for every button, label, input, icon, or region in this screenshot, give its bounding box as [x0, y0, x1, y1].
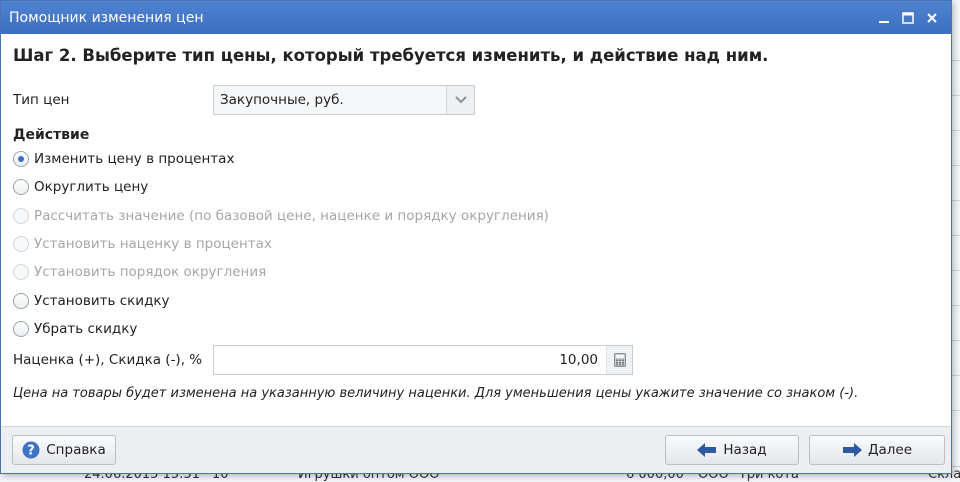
titlebar[interactable]: Помощник изменения цен	[1, 1, 951, 34]
maximize-icon[interactable]	[897, 7, 919, 29]
price-type-value: Закупочные, руб.	[220, 92, 344, 108]
radio-button	[13, 236, 29, 253]
radio-button	[13, 207, 29, 224]
radio-set-rounding: Установить порядок округления	[13, 258, 939, 286]
radio-selected-dot	[18, 156, 24, 163]
radio-set-discount[interactable]: Установить скидку	[13, 286, 939, 314]
markup-input[interactable]: 10,00	[213, 345, 633, 376]
radio-round-price[interactable]: Округлить цену	[13, 173, 939, 201]
action-section-title: Действие	[13, 127, 90, 143]
radio-calculate-value: Рассчитать значение (по базовой цене, на…	[13, 202, 939, 230]
markup-label: Наценка (+), Скидка (-), %	[13, 352, 203, 369]
help-button[interactable]: ? Справка	[12, 435, 116, 465]
help-icon: ?	[22, 441, 40, 459]
next-button[interactable]: Далее	[809, 435, 945, 465]
price-change-wizard-dialog: Помощник изменения цен Шаг 2. Выберите т…	[0, 0, 952, 474]
radio-set-markup: Установить наценку в процентах	[13, 230, 939, 258]
hint-text: Цена на товары будет изменена на указанн…	[13, 386, 859, 402]
arrow-left-icon	[697, 443, 717, 457]
chevron-down-icon[interactable]	[446, 86, 474, 114]
price-type-label: Тип цен	[13, 92, 70, 108]
radio-button[interactable]	[13, 292, 29, 309]
radio-label: Изменить цену в процентах	[34, 151, 235, 168]
radio-label: Установить наценку в процентах	[34, 236, 272, 253]
step-title: Шаг 2. Выберите тип цены, который требуе…	[13, 46, 769, 65]
window-title: Помощник изменения цен	[9, 9, 204, 26]
price-type-select[interactable]: Закупочные, руб.	[213, 85, 475, 115]
close-icon[interactable]	[921, 7, 943, 29]
radio-label: Убрать скидку	[34, 320, 138, 337]
markup-value: 10,00	[559, 352, 598, 369]
calculator-icon[interactable]	[606, 346, 632, 375]
help-button-label: Справка	[46, 442, 106, 458]
next-button-label: Далее	[867, 442, 913, 458]
back-button[interactable]: Назад	[665, 435, 799, 465]
radio-button	[13, 264, 29, 281]
radio-remove-discount[interactable]: Убрать скидку	[13, 315, 939, 343]
radio-label: Установить скидку	[34, 292, 170, 309]
dialog-footer: ? Справка Назад Далее	[1, 426, 951, 473]
arrow-right-icon	[842, 443, 862, 457]
minimize-icon[interactable]	[873, 7, 895, 29]
radio-label: Рассчитать значение (по базовой цене, на…	[34, 207, 549, 224]
radio-label: Округлить цену	[34, 179, 149, 196]
radio-button[interactable]	[13, 320, 29, 337]
action-radio-group: Изменить цену в процентах Округлить цену…	[13, 145, 939, 343]
radio-button[interactable]	[13, 151, 29, 168]
radio-label: Установить порядок округления	[34, 264, 267, 281]
radio-button[interactable]	[13, 179, 29, 196]
svg-text:?: ?	[27, 444, 35, 459]
radio-change-percent[interactable]: Изменить цену в процентах	[13, 145, 939, 173]
back-button-label: Назад	[723, 442, 767, 458]
